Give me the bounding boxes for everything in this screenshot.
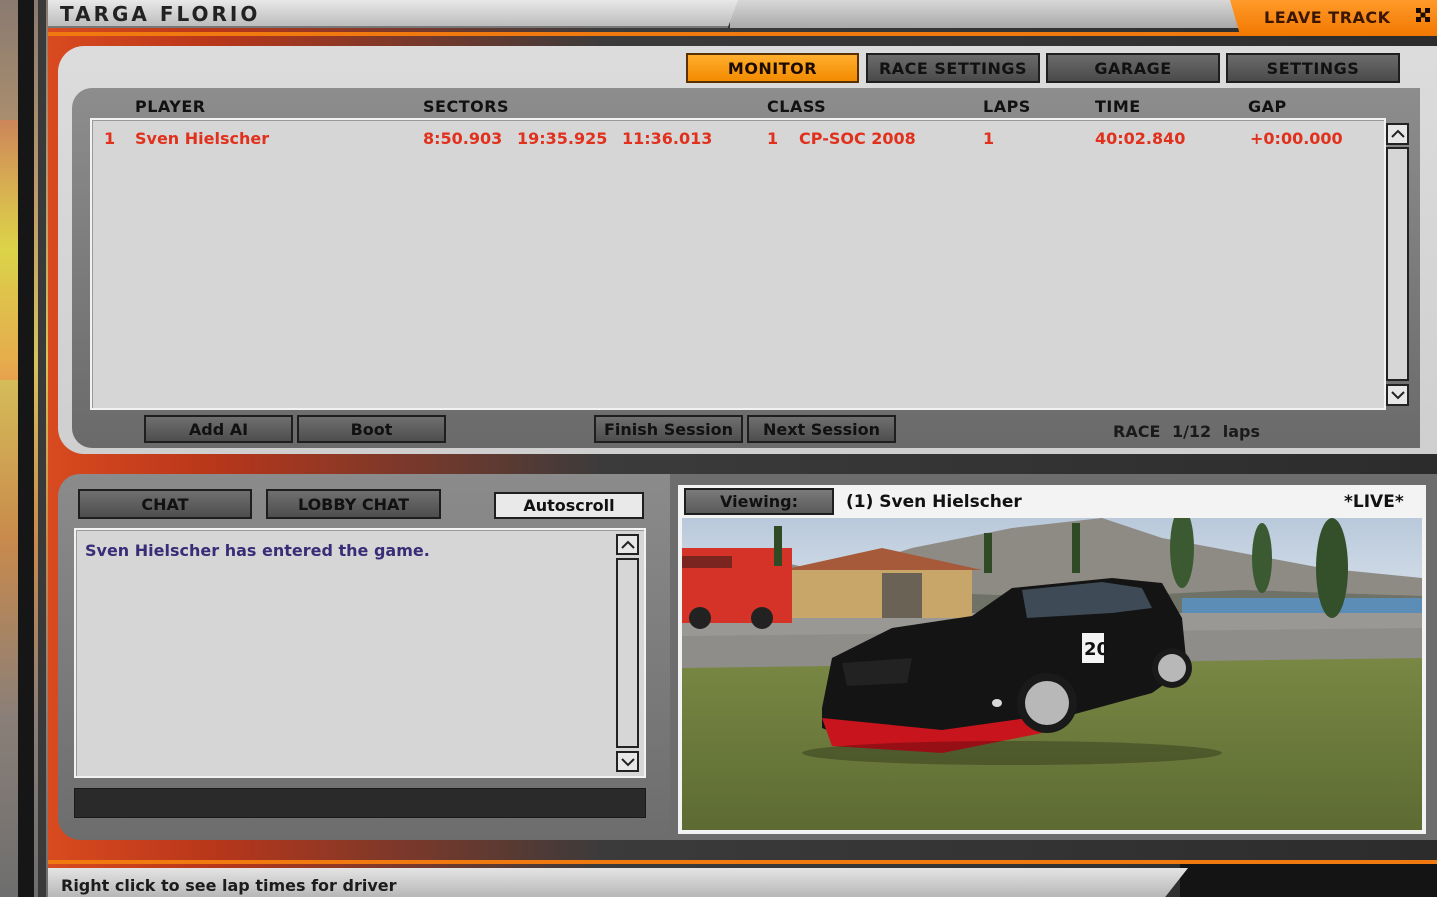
column-header-laps[interactable]: LAPS xyxy=(983,97,1031,116)
column-header-time[interactable]: TIME xyxy=(1095,97,1141,116)
session-info: RACE 1/12 laps xyxy=(1113,422,1261,441)
live-car-view: 20 xyxy=(682,518,1422,830)
chat-scrollbar[interactable] xyxy=(616,558,639,748)
top-divider xyxy=(48,32,1437,36)
autoscroll-toggle[interactable]: Autoscroll xyxy=(494,492,644,519)
column-header-sectors[interactable]: SECTORS xyxy=(423,97,509,116)
chevron-up-icon xyxy=(620,540,635,549)
next-session-button[interactable]: Next Session xyxy=(747,415,896,443)
tab-race-settings[interactable]: RACE SETTINGS xyxy=(866,53,1040,83)
tab-race-settings-label: RACE SETTINGS xyxy=(878,58,1028,78)
standings-scrollbar[interactable] xyxy=(1386,147,1409,381)
boot-button[interactable]: Boot xyxy=(297,415,446,443)
live-indicator: *LIVE* xyxy=(1344,492,1404,512)
row-sector-2: 19:35.925 xyxy=(517,129,608,148)
chat-scroll-up-button[interactable] xyxy=(616,534,639,555)
add-ai-button[interactable]: Add AI xyxy=(144,415,293,443)
title-bar-filler xyxy=(730,0,1240,28)
car-number: 20 xyxy=(1084,639,1109,660)
tab-settings[interactable]: SETTINGS xyxy=(1226,53,1400,83)
tab-garage-label: GARAGE xyxy=(1094,58,1172,78)
row-sector-1: 8:50.903 xyxy=(423,129,503,148)
status-hint: Right click to see lap times for driver xyxy=(61,876,397,895)
viewing-button[interactable]: Viewing: xyxy=(684,488,834,515)
tab-lobby-chat-label: LOBBY CHAT xyxy=(297,494,410,514)
tab-garage[interactable]: GARAGE xyxy=(1046,53,1220,83)
car-preview-image: 20 xyxy=(682,518,1422,830)
row-player[interactable]: Sven Hielscher xyxy=(135,129,269,148)
row-laps: 1 xyxy=(983,129,995,148)
chevron-down-icon xyxy=(1390,391,1405,400)
chevron-up-icon xyxy=(1390,129,1405,138)
row-class-name: CP-SOC 2008 xyxy=(799,129,916,148)
tab-monitor-label: MONITOR xyxy=(727,58,818,78)
column-header-class[interactable]: CLASS xyxy=(767,97,826,116)
chat-message: Sven Hielscher has entered the game. xyxy=(85,541,430,560)
close-icon[interactable] xyxy=(1414,6,1432,24)
chat-input[interactable] xyxy=(74,788,646,818)
finish-session-button[interactable]: Finish Session xyxy=(594,415,743,443)
viewing-driver-name: (1) Sven Hielscher xyxy=(846,492,1022,512)
standings-scroll-up-button[interactable] xyxy=(1386,123,1409,145)
finish-session-label: Finish Session xyxy=(603,419,734,439)
row-position: 1 xyxy=(104,129,116,148)
row-gap: +0:00.000 xyxy=(1250,129,1343,148)
column-header-player[interactable]: PLAYER xyxy=(135,97,206,116)
tab-lobby-chat[interactable]: LOBBY CHAT xyxy=(266,489,441,519)
chevron-down-icon xyxy=(620,757,635,766)
standings-list[interactable] xyxy=(90,118,1386,410)
row-time: 40:02.840 xyxy=(1095,129,1186,148)
chat-scroll-down-button[interactable] xyxy=(616,751,639,772)
bottom-right-fill xyxy=(1180,864,1437,897)
chat-log[interactable] xyxy=(74,528,646,778)
track-title: TARGA FLORIO xyxy=(60,2,261,26)
row-sector-3: 11:36.013 xyxy=(622,129,713,148)
column-header-gap[interactable]: GAP xyxy=(1248,97,1287,116)
left-decoration xyxy=(0,0,48,897)
add-ai-label: Add AI xyxy=(188,419,249,439)
autoscroll-label: Autoscroll xyxy=(523,496,615,515)
boot-label: Boot xyxy=(350,419,393,439)
next-session-label: Next Session xyxy=(762,419,881,439)
row-class-position: 1 xyxy=(767,129,779,148)
tab-chat-label: CHAT xyxy=(141,494,189,514)
tab-chat[interactable]: CHAT xyxy=(78,489,252,519)
standings-scroll-down-button[interactable] xyxy=(1386,384,1409,406)
viewing-label: Viewing: xyxy=(720,492,798,511)
leave-track-label[interactable]: LEAVE TRACK xyxy=(1264,8,1391,27)
tab-settings-label: SETTINGS xyxy=(1266,58,1360,78)
tab-monitor[interactable]: MONITOR xyxy=(686,53,859,83)
